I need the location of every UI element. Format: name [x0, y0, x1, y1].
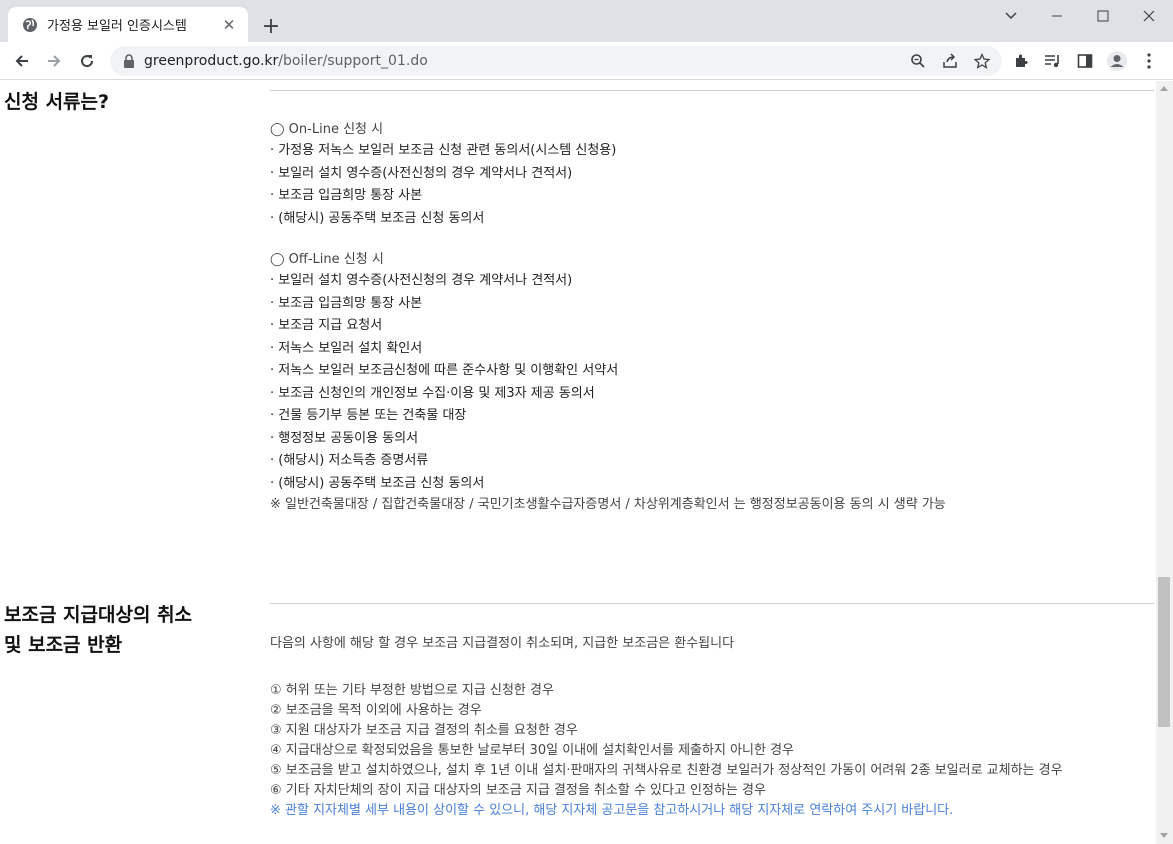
extensions-icon[interactable]	[1008, 48, 1034, 74]
list-item: ⑥ 기타 자치단체의 장이 지급 대상자의 보조금 지급 결정을 취소할 수 있…	[270, 783, 766, 798]
scroll-up-icon[interactable]	[1160, 86, 1168, 91]
list-item: · 보조금 입금희망 통장 사본	[270, 188, 423, 203]
list-item: · (해당시) 공동주택 보조금 신청 동의서	[270, 476, 485, 491]
profile-avatar-icon[interactable]	[1104, 48, 1130, 74]
vertical-scrollbar[interactable]	[1156, 81, 1173, 844]
page-content: 신청 서류는? ◯ On-Line 신청 시 · 가정용 저녹스 보일러 보조금…	[0, 81, 1156, 844]
section-title-documents: 신청 서류는?	[4, 91, 110, 113]
url-domain: greenproduct.go.kr	[144, 53, 279, 69]
list-item: · 보일러 설치 영수증(사전신청의 경우 계약서나 견적서)	[270, 273, 573, 288]
scroll-thumb[interactable]	[1158, 577, 1170, 727]
list-item: ① 허위 또는 기타 부정한 방법으로 지급 신청한 경우	[270, 683, 554, 698]
close-window-button[interactable]	[1126, 0, 1172, 32]
globe-icon	[22, 17, 38, 33]
bookmark-star-icon[interactable]	[970, 49, 994, 73]
url-path: /boiler/support_01.do	[278, 53, 428, 69]
list-item: · (해당시) 공동주택 보조금 신청 동의서	[270, 211, 485, 226]
list-item: · 보조금 지급 요청서	[270, 318, 383, 333]
address-bar[interactable]: greenproduct.go.kr/boiler/support_01.do	[110, 46, 1002, 76]
notice-text: ※ 관할 지자체별 세부 내용이 상이할 수 있으니, 해당 지자체 공고문을 …	[270, 803, 954, 818]
arrow-right-icon	[48, 55, 61, 67]
online-header: ◯ On-Line 신청 시	[270, 122, 384, 137]
media-playlist-icon[interactable]	[1040, 48, 1066, 74]
list-item: · 저녹스 보일러 보조금신청에 따른 준수사항 및 이행확인 서약서	[270, 363, 619, 378]
arrow-left-icon	[15, 55, 28, 67]
lock-icon[interactable]	[122, 54, 136, 68]
browser-toolbar: greenproduct.go.kr/boiler/support_01.do	[0, 42, 1173, 80]
reload-icon	[81, 55, 94, 68]
new-tab-button[interactable]: +	[258, 13, 284, 39]
section-title-cancel-line2: 및 보조금 반환	[4, 634, 123, 656]
side-panel-icon[interactable]	[1072, 48, 1098, 74]
list-item: · (해당시) 저소득층 증명서류	[270, 453, 429, 468]
minimize-button[interactable]	[1034, 0, 1080, 32]
list-item: ⑤ 보조금을 받고 설치하였으나, 설치 후 1년 이내 설치·판매자의 귀책사…	[270, 763, 1063, 778]
note-text: ※ 일반건축물대장 / 집합건축물대장 / 국민기초생활수급자증명서 / 차상위…	[270, 497, 946, 512]
menu-kebab-icon[interactable]	[1136, 48, 1162, 74]
list-item: · 보조금 입금희망 통장 사본	[270, 296, 423, 311]
scroll-down-icon[interactable]	[1160, 833, 1168, 838]
list-item: · 가정용 저녹스 보일러 보조금 신청 관련 동의서(시스템 신청용)	[270, 143, 617, 158]
intro-text: 다음의 사항에 해당 할 경우 보조금 지급결정이 취소되며, 지급한 보조금은…	[270, 636, 735, 651]
url-text[interactable]: greenproduct.go.kr/boiler/support_01.do	[144, 53, 428, 69]
tab-close-icon[interactable]: ✕	[220, 16, 238, 34]
list-item: · 건물 등기부 등본 또는 건축물 대장	[270, 408, 467, 423]
tab-strip: 가정용 보일러 인증시스템 ✕ +	[0, 0, 1173, 42]
browser-tab[interactable]: 가정용 보일러 인증시스템 ✕	[8, 7, 248, 42]
list-item: · 저녹스 보일러 설치 확인서	[270, 341, 423, 356]
offline-header: ◯ Off-Line 신청 시	[270, 252, 384, 267]
maximize-button[interactable]	[1080, 0, 1126, 32]
share-icon[interactable]	[938, 49, 962, 73]
back-button[interactable]	[8, 47, 36, 75]
list-item: · 보조금 신청인의 개인정보 수집·이용 및 제3자 제공 동의서	[270, 386, 595, 401]
zoom-icon[interactable]	[906, 49, 930, 73]
divider	[270, 603, 1154, 604]
reload-button[interactable]	[73, 47, 101, 75]
divider	[270, 90, 1154, 91]
section-title-cancel-line1: 보조금 지급대상의 취소	[4, 604, 193, 626]
list-item: ③ 지원 대상자가 보조금 지급 결정의 취소를 요청한 경우	[270, 723, 578, 738]
tab-search-icon[interactable]	[988, 0, 1034, 32]
list-item: · 보일러 설치 영수증(사전신청의 경우 계약서나 견적서)	[270, 166, 573, 181]
list-item: ② 보조금을 목적 이외에 사용하는 경우	[270, 703, 482, 718]
list-item: ④ 지급대상으로 확정되었음을 통보한 날로부터 30일 이내에 설치확인서를 …	[270, 743, 794, 758]
tab-title: 가정용 보일러 인증시스템	[47, 19, 187, 34]
list-item: · 행정정보 공동이용 동의서	[270, 431, 419, 446]
forward-button[interactable]	[40, 47, 68, 75]
